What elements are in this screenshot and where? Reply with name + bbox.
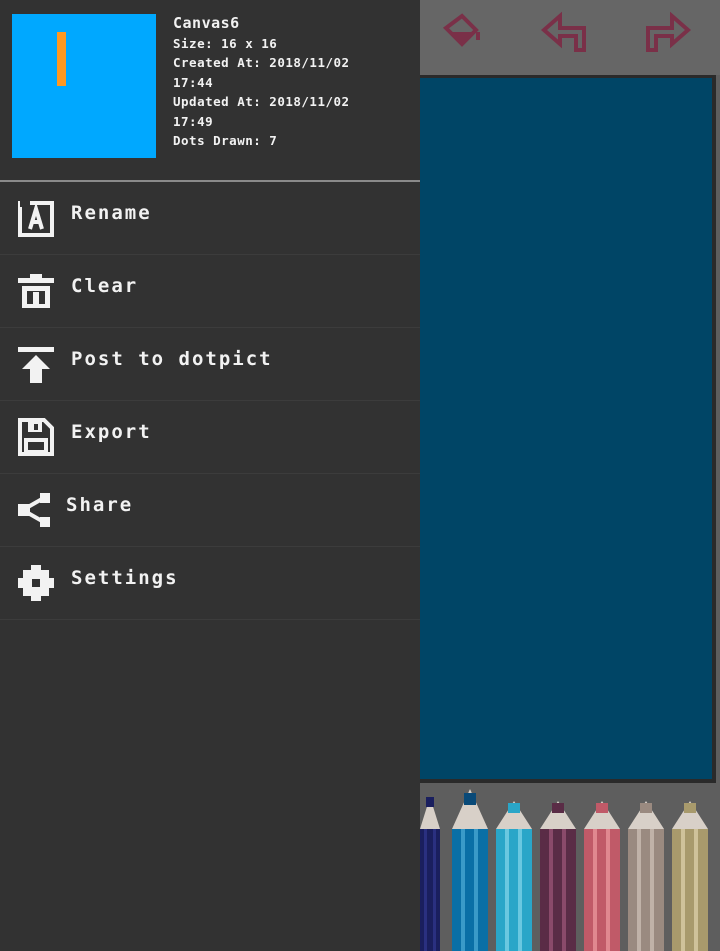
pencil-color-4[interactable] [540, 789, 576, 951]
navigation-drawer: Canvas6 Size: 16 x 16 Created At: 2018/1… [0, 0, 420, 951]
dots-drawn: Dots Drawn: 7 [173, 133, 278, 148]
canvas-title: Canvas6 [173, 14, 240, 32]
pencil-color-2[interactable] [452, 789, 488, 951]
upload-icon [18, 345, 54, 383]
menu-item-clear[interactable]: Clear [0, 255, 420, 328]
menu-item-post-to-dotpict[interactable]: Post to dotpict [0, 328, 420, 401]
pencil-color-3[interactable] [496, 789, 532, 951]
canvas-info-header: Canvas6 Size: 16 x 16 Created At: 2018/1… [0, 0, 420, 182]
undo-icon[interactable] [536, 6, 592, 62]
menu-label-post: Post to dotpict [71, 348, 273, 370]
updated-at-date: Updated At: 2018/11/02 [173, 94, 350, 109]
rename-icon [18, 199, 54, 237]
created-at-time: 17:44 [173, 74, 214, 90]
gear-icon [18, 564, 54, 602]
menu-label-clear: Clear [71, 275, 139, 297]
save-icon [18, 418, 54, 456]
drawing-canvas-frame [418, 75, 716, 783]
canvas-size: Size: 16 x 16 [173, 35, 278, 51]
menu-item-share[interactable]: Share [0, 474, 420, 547]
pencil-color-7[interactable] [672, 789, 708, 951]
canvas-thumbnail [12, 14, 156, 158]
created-at-date: Created At: 2018/11/02 [173, 55, 350, 70]
menu-label-share: Share [66, 494, 134, 516]
editor-toolbar [420, 0, 720, 75]
canvas-info: Canvas6 Size: 16 x 16 Created At: 2018/1… [173, 14, 413, 151]
color-palette [420, 783, 720, 951]
pencil-color-5[interactable] [584, 789, 620, 951]
pencil-color-6[interactable] [628, 789, 664, 951]
menu-label-export: Export [71, 421, 152, 443]
updated-at-time: 17:49 [173, 113, 214, 129]
menu-item-export[interactable]: Export [0, 401, 420, 474]
menu-item-rename[interactable]: Rename [0, 182, 420, 255]
thumbnail-pixel-stroke [57, 32, 66, 86]
redo-icon[interactable] [640, 6, 696, 62]
menu-label-settings: Settings [71, 567, 179, 589]
share-icon [18, 491, 54, 529]
menu-label-rename: Rename [71, 202, 152, 224]
menu-item-settings[interactable]: Settings [0, 547, 420, 620]
drawing-canvas[interactable] [420, 78, 712, 779]
trash-icon [18, 272, 54, 310]
fill-bucket-icon[interactable] [432, 6, 488, 62]
